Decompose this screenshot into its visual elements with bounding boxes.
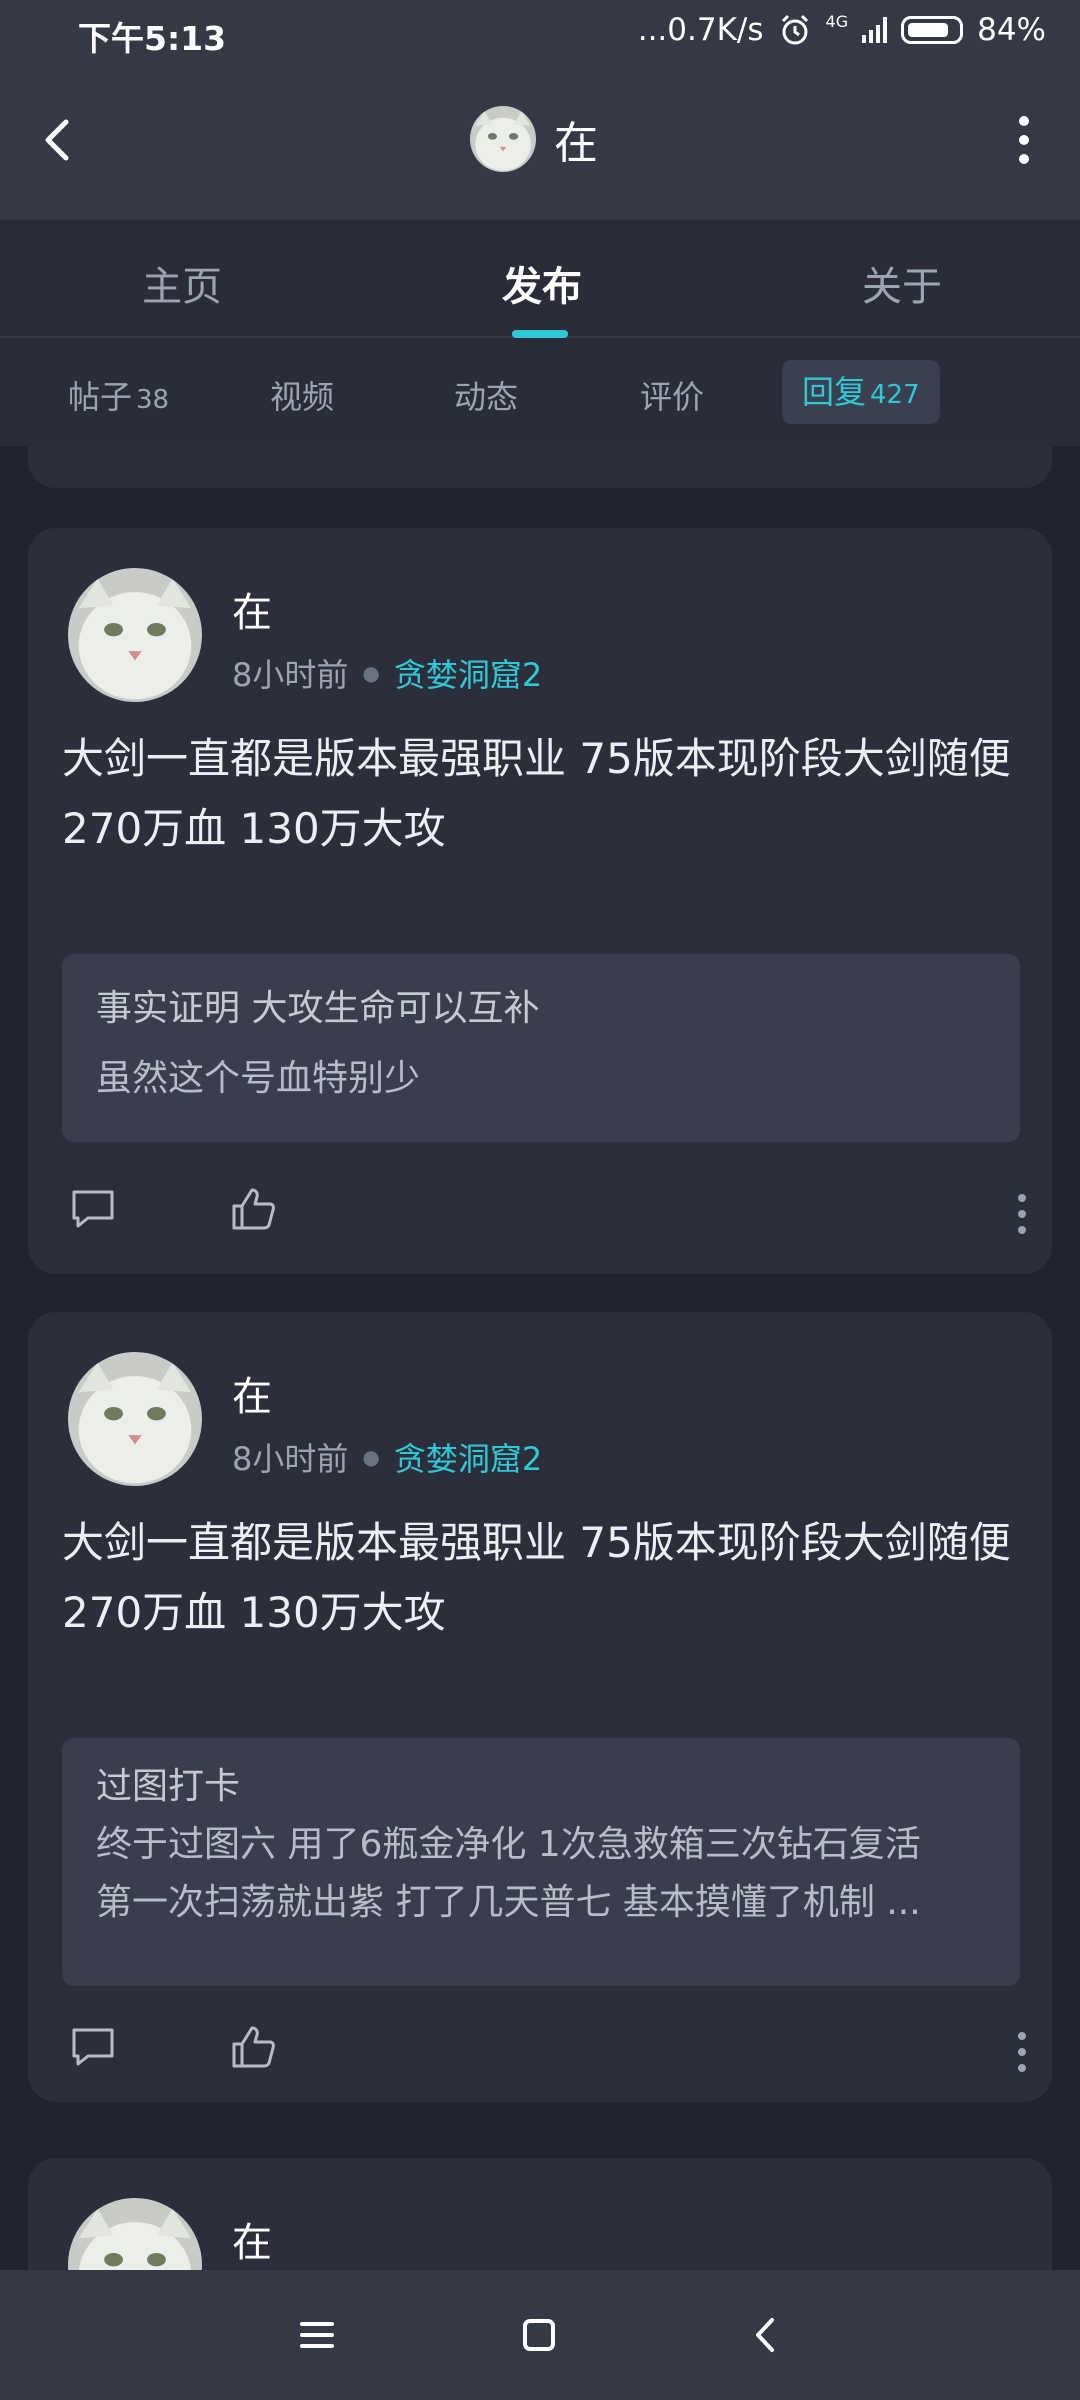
post-time: 8小时前 [232, 656, 349, 694]
cat-avatar-icon [68, 568, 202, 702]
back-button[interactable] [30, 110, 90, 170]
post-content[interactable]: 大剑一直都是版本最强职业 75版本现阶段大剑随便270万血 130万大攻 [62, 724, 1022, 864]
cat-avatar-icon [68, 2198, 202, 2270]
signal-icon [862, 17, 888, 43]
system-nav-bar [0, 2270, 1080, 2400]
subtab-activity[interactable]: 动态 [454, 372, 518, 418]
menu-icon [300, 2322, 334, 2348]
subtab-reviews[interactable]: 评价 [640, 372, 704, 418]
network-type: 4G [825, 12, 849, 31]
tab-about[interactable]: 关于 [862, 254, 942, 312]
post-meta: 8小时前 ● 贪婪洞窟2 [232, 1434, 542, 1480]
comment-icon [72, 2028, 114, 2066]
nav-home-button[interactable] [514, 2310, 564, 2360]
post-card[interactable]: 在 8小时前 ● 贪婪洞窟2 大剑一直都是版本最强职业 75版本现阶段大剑随便2… [28, 1312, 1052, 2102]
tab-home[interactable]: 主页 [142, 254, 222, 312]
thumbs-up-icon [232, 2026, 275, 2068]
quote-title: 过图打卡 [96, 1766, 241, 1807]
quote-body-line2: 第一次扫荡就出紫 打了几天普七 基本摸懂了机制 ... [96, 1882, 921, 1923]
more-options-button[interactable] [998, 112, 1050, 168]
like-button[interactable] [228, 1184, 278, 1238]
status-indicators: ...0.7K/s 4G 84% [638, 12, 1046, 48]
battery-percent: 84% [977, 12, 1046, 48]
avatar[interactable] [470, 106, 536, 172]
post-card-partial[interactable] [28, 446, 1052, 488]
subtab-posts[interactable]: 帖子 38 [68, 372, 169, 418]
post-actions [68, 1184, 1028, 1244]
author-name[interactable]: 在 [232, 2210, 272, 2268]
game-tag[interactable]: 贪婪洞窟2 [394, 650, 542, 696]
separator-dot: ● [362, 661, 380, 685]
author-name[interactable]: 在 [232, 580, 272, 638]
nav-back-button[interactable] [742, 2310, 792, 2360]
thumbs-up-icon [232, 1188, 275, 1230]
comment-icon [72, 1190, 114, 1228]
subtab-videos[interactable]: 视频 [270, 372, 334, 418]
avatar[interactable] [68, 568, 202, 702]
tab-indicator [512, 330, 568, 338]
post-time: 8小时前 [232, 1440, 349, 1478]
post-more-button[interactable] [1016, 1194, 1028, 1234]
nav-menu-button[interactable] [292, 2310, 342, 2360]
avatar[interactable] [68, 1352, 202, 1486]
quote-body: 虽然这个号血特别少 [96, 1058, 421, 1099]
status-time: 下午5:13 [78, 19, 227, 58]
post-card[interactable]: 在 [28, 2158, 1052, 2270]
network-speed: ...0.7K/s [637, 12, 764, 48]
game-tag[interactable]: 贪婪洞窟2 [394, 1434, 542, 1480]
post-actions [68, 2022, 1028, 2082]
post-content[interactable]: 大剑一直都是版本最强职业 75版本现阶段大剑随便270万血 130万大攻 [62, 1508, 1022, 1648]
cat-avatar-icon [470, 106, 536, 172]
cat-avatar-icon [68, 1352, 202, 1486]
app-bar: 在 [0, 66, 1080, 220]
quote-body-line1: 终于过图六 用了6瓶金净化 1次急救箱三次钻石复活 [96, 1824, 921, 1865]
reply-feed[interactable]: 在 8小时前 ● 贪婪洞窟2 大剑一直都是版本最强职业 75版本现阶段大剑随便2… [0, 446, 1080, 2270]
back-chevron-icon [756, 2318, 774, 2352]
author-name[interactable]: 在 [232, 1364, 272, 1422]
status-bar: 下午5:13 ...0.7K/s 4G 84% [0, 0, 1080, 66]
profile-title[interactable]: 在 [470, 106, 598, 172]
quote-title: 事实证明 大攻生命可以互补 [96, 988, 540, 1029]
comment-button[interactable] [68, 1184, 118, 1238]
post-card[interactable]: 在 8小时前 ● 贪婪洞窟2 大剑一直都是版本最强职业 75版本现阶段大剑随便2… [28, 528, 1052, 1274]
sub-tabs: 帖子 38 视频 动态 评价 回复 427 [0, 338, 1080, 446]
post-meta: 8小时前 ● 贪婪洞窟2 [232, 650, 542, 696]
quoted-post[interactable]: 事实证明 大攻生命可以互补 虽然这个号血特别少 [62, 954, 1020, 1142]
alarm-icon [781, 14, 808, 45]
tab-publish[interactable]: 发布 [502, 254, 582, 312]
subtab-replies[interactable]: 回复 427 [782, 360, 940, 424]
like-button[interactable] [228, 2022, 278, 2076]
home-square-icon [523, 2319, 555, 2351]
avatar[interactable] [68, 2198, 202, 2270]
separator-dot: ● [362, 1445, 380, 1469]
comment-button[interactable] [68, 2022, 118, 2076]
back-arrow-icon [45, 119, 69, 161]
quoted-post[interactable]: 过图打卡 终于过图六 用了6瓶金净化 1次急救箱三次钻石复活 第一次扫荡就出紫 … [62, 1738, 1020, 1986]
battery-icon [901, 16, 964, 44]
post-more-button[interactable] [1016, 2032, 1028, 2072]
main-tabs: 主页 发布 关于 [0, 220, 1080, 338]
page-title: 在 [554, 118, 598, 169]
